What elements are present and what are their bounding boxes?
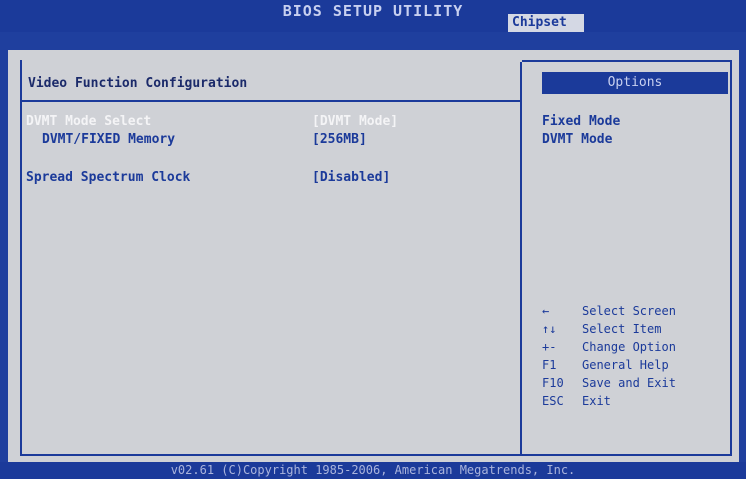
option-fixed-mode[interactable]: Fixed Mode	[542, 114, 620, 129]
help-action: Change Option	[582, 340, 676, 354]
main-panel: Video Function Configuration DVMT Mode S…	[8, 50, 739, 462]
frame-top-right	[522, 60, 732, 62]
frame-right	[730, 60, 732, 456]
left-arrow-icon: ←	[542, 304, 550, 318]
frame-left	[20, 60, 22, 456]
help-save-exit: F10 Save and Exit	[542, 376, 676, 390]
plus-minus-icon: +-	[542, 340, 557, 354]
panel-divider	[520, 62, 522, 454]
help-select-item: ↑↓ Select Item	[542, 322, 661, 336]
setting-spread-spectrum-value[interactable]: [Disabled]	[312, 170, 390, 185]
help-general-help: F1 General Help	[542, 358, 669, 372]
bios-title: BIOS SETUP UTILITY	[282, 2, 464, 20]
help-action: General Help	[582, 358, 669, 372]
section-underline	[20, 100, 520, 102]
help-key: F10	[542, 376, 564, 390]
options-header: Options	[542, 72, 728, 94]
frame-bottom	[20, 454, 732, 456]
help-action: Save and Exit	[582, 376, 676, 390]
help-key: F1	[542, 358, 557, 372]
setting-dvmt-mode-value[interactable]: [DVMT Mode]	[312, 114, 398, 129]
help-action: Exit	[582, 394, 611, 408]
setting-dvmt-mode-label[interactable]: DVMT Mode Select	[26, 114, 151, 129]
help-key: ESC	[542, 394, 564, 408]
section-title: Video Function Configuration	[28, 76, 248, 91]
up-down-arrow-icon: ↑↓	[542, 322, 557, 336]
help-action: Select Screen	[582, 304, 676, 318]
help-exit: ESC Exit	[542, 394, 611, 408]
title-bar: BIOS SETUP UTILITY Chipset	[0, 0, 746, 32]
setting-dvmt-memory-label[interactable]: DVMT/FIXED Memory	[42, 132, 175, 147]
setting-spread-spectrum-label[interactable]: Spread Spectrum Clock	[26, 170, 190, 185]
help-select-screen: ← Select Screen	[542, 304, 676, 318]
copyright-footer: v02.61 (C)Copyright 1985-2006, American …	[0, 462, 746, 479]
option-dvmt-mode[interactable]: DVMT Mode	[542, 132, 612, 147]
tab-chipset[interactable]: Chipset	[508, 14, 584, 32]
help-change-option: +- Change Option	[542, 340, 676, 354]
setting-dvmt-memory-value[interactable]: [256MB]	[312, 132, 367, 147]
help-action: Select Item	[582, 322, 662, 336]
